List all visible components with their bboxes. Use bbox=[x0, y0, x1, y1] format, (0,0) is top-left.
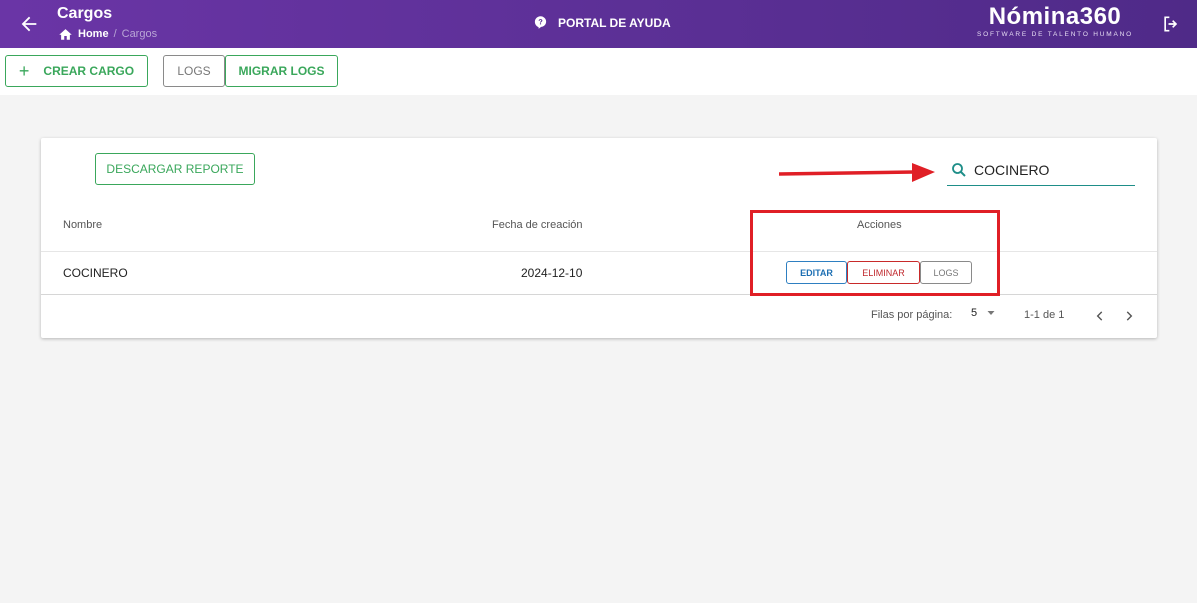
breadcrumb-separator: / bbox=[113, 27, 117, 40]
brand-logo: Nómina360 SOFTWARE DE TALENTO HUMANO bbox=[977, 3, 1133, 38]
plus-icon: + bbox=[18, 61, 30, 81]
breadcrumb-current: Cargos bbox=[121, 27, 158, 40]
create-cargo-button[interactable]: + CREAR CARGO bbox=[5, 55, 148, 87]
create-cargo-label: CREAR CARGO bbox=[43, 64, 135, 78]
next-page-icon[interactable] bbox=[1122, 309, 1136, 323]
breadcrumb-home[interactable]: Home bbox=[78, 28, 109, 40]
logout-icon[interactable] bbox=[1161, 14, 1181, 34]
rows-per-page-value: 5 bbox=[971, 307, 978, 319]
breadcrumb: Home / Cargos bbox=[58, 27, 157, 40]
annotation-highlight-box bbox=[750, 210, 1000, 296]
top-bar: Cargos Home / Cargos PORTAL DE AYUDA Nóm… bbox=[0, 0, 1197, 48]
logs-button[interactable]: LOGS bbox=[163, 55, 225, 87]
back-arrow-icon[interactable] bbox=[18, 13, 40, 35]
cell-date: 2024-12-10 bbox=[521, 266, 583, 280]
previous-page-icon[interactable] bbox=[1093, 309, 1107, 323]
help-portal-link[interactable]: PORTAL DE AYUDA bbox=[533, 15, 671, 30]
help-icon bbox=[534, 16, 547, 29]
home-icon[interactable] bbox=[58, 27, 73, 40]
help-portal-label: PORTAL DE AYUDA bbox=[558, 15, 671, 30]
action-bar: + CREAR CARGO LOGS MIGRAR LOGS bbox=[0, 48, 1197, 95]
download-report-button[interactable]: DESCARGAR REPORTE bbox=[95, 153, 255, 185]
brand-tagline: SOFTWARE DE TALENTO HUMANO bbox=[977, 31, 1133, 38]
page-title: Cargos bbox=[57, 5, 113, 22]
annotation-arrow-icon bbox=[779, 163, 935, 182]
rows-per-page-label: Filas por página: bbox=[871, 309, 953, 321]
search-icon bbox=[952, 162, 966, 177]
migrate-logs-button[interactable]: MIGRAR LOGS bbox=[225, 55, 338, 87]
search-input[interactable] bbox=[974, 161, 1124, 178]
pagination-range: 1-1 de 1 bbox=[1024, 309, 1065, 321]
dropdown-icon bbox=[987, 311, 995, 315]
brand-name: Nómina360 bbox=[988, 3, 1122, 30]
search-box[interactable] bbox=[947, 154, 1135, 186]
rows-per-page-select[interactable]: 5 bbox=[971, 307, 997, 319]
cell-name: COCINERO bbox=[63, 266, 128, 280]
column-header-date[interactable]: Fecha de creación bbox=[492, 219, 583, 231]
column-header-name[interactable]: Nombre bbox=[63, 219, 102, 231]
